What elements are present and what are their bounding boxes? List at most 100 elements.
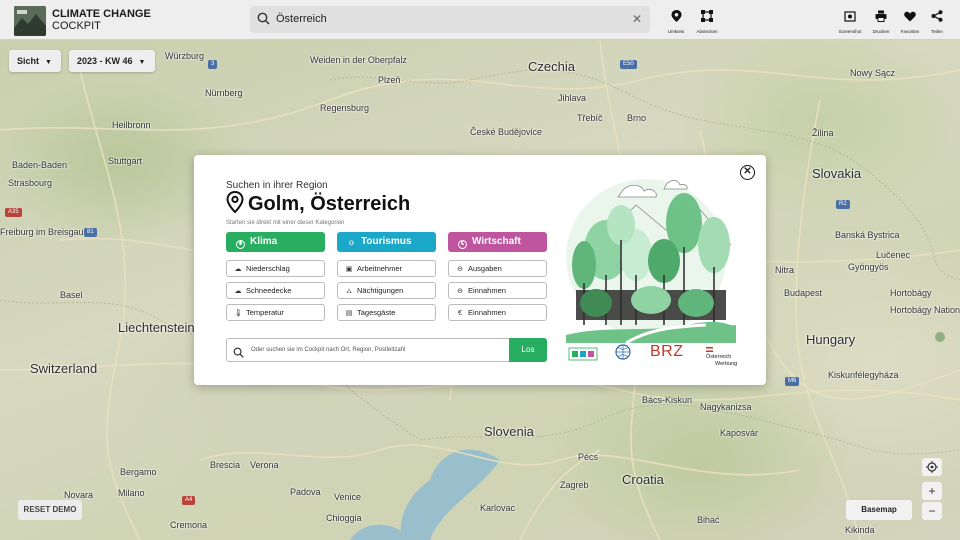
category-wirtschaft-button[interactable]: € Wirtschaft (448, 232, 547, 252)
umkreis-button[interactable]: Umkreis (662, 9, 690, 34)
map-country-label: Slovakia (812, 166, 862, 181)
search-input[interactable]: Österreich (276, 13, 327, 25)
einnahmen-button[interactable]: ⊖ Einnahmen (448, 282, 547, 299)
thermometer-icon: 🌡︎ (234, 310, 243, 317)
road-shield: R2 (836, 200, 850, 209)
close-icon[interactable]: ✕ (740, 165, 755, 180)
map-country-label: Croatia (622, 472, 664, 487)
oew-line2: Werbung (715, 361, 738, 367)
share-icon (931, 10, 943, 22)
favoriten-button[interactable]: Favoriten (896, 9, 924, 34)
region-search-placeholder: Oder suchen sie im Cockpit nach Ort, Reg… (251, 347, 406, 353)
zoom-out-button[interactable]: − (922, 502, 942, 520)
naechtigungen-button[interactable]: ⛼ Nächtigungen (337, 282, 436, 299)
category-label: Klima (250, 236, 278, 247)
oesterreich-werbung-logo: Österreich Werbung (706, 347, 738, 368)
map-place-label: Plzeň (378, 75, 401, 85)
tagesgaeste-button[interactable]: ▤ Tagesgäste (337, 304, 436, 321)
map-country-label: Czechia (528, 59, 575, 74)
ccca-logo (568, 347, 598, 361)
search-bar[interactable]: Österreich ✕ (250, 6, 650, 33)
chevron-down-icon: ▼ (45, 59, 52, 66)
map-place-label: Pécs (578, 452, 599, 462)
favoriten-label: Favoriten (900, 29, 920, 34)
einnahmen-euro-button[interactable]: € Einnahmen (448, 304, 547, 321)
bed-icon: ⛼ (346, 288, 352, 295)
map-place-label: Lučenec (876, 250, 911, 260)
dialog-title: Golm, Österreich (226, 190, 410, 219)
road-shield: E50 (620, 60, 637, 69)
map-place-label: Kikinda (845, 525, 875, 535)
subcategory-label: Niederschlag (246, 264, 290, 273)
ausgaben-button[interactable]: ⊖ Ausgaben (448, 260, 547, 277)
calendar-icon: ▤ (345, 310, 353, 317)
map-country-label: Liechtenstein (118, 320, 195, 335)
close-icon[interactable]: ✕ (632, 12, 642, 26)
people-icon: ⚇ (348, 241, 355, 247)
brz-logo: BRZ (650, 343, 684, 360)
subcategory-label: Schneedecke (246, 286, 292, 295)
road-shield: 81 (84, 228, 97, 237)
subcategory-label: Temperatur (246, 308, 284, 317)
map-place-label: Basel (60, 290, 83, 300)
road-shield: M6 (785, 377, 800, 386)
subcategory-label: Tagesgäste (357, 308, 396, 317)
map-country-label: Slovenia (484, 424, 534, 439)
map-place-label: Nowy Sącz (850, 68, 896, 78)
map-place-label: Regensburg (320, 103, 370, 113)
basemap-button[interactable]: Basemap (846, 500, 912, 520)
map-place-label: Würzburg (165, 51, 205, 61)
teilen-label: Teilen (931, 29, 943, 34)
oew-line1: Österreich (706, 354, 732, 360)
forest-illustration (566, 179, 736, 345)
category-label: Tourismus (361, 236, 412, 247)
printer-icon (875, 10, 887, 22)
week-select[interactable]: 2023 - KW 46 ▼ (69, 50, 155, 72)
dialog-hint: Starten sie direkt mit einer dieser Kate… (226, 220, 345, 226)
region-search-field[interactable]: Oder suchen sie im Cockpit nach Ort, Reg… (226, 338, 510, 362)
location-pin-icon (226, 190, 244, 219)
view-select[interactable]: Sicht ▼ (9, 50, 61, 72)
road-shield: A4 (182, 496, 196, 505)
category-label: Wirtschaft (472, 236, 521, 247)
map-place-label: Jihlava (558, 93, 587, 103)
zoom-in-button[interactable]: + (922, 482, 942, 500)
locate-button[interactable] (922, 458, 942, 476)
map-place-label: Zagreb (560, 480, 589, 490)
subcategory-label: Arbeitnehmer (357, 264, 403, 273)
temperatur-button[interactable]: 🌡︎ Temperatur (226, 304, 325, 321)
subcategory-label: Einnahmen (468, 308, 506, 317)
map-place-label: Nagykanizsa (700, 402, 752, 412)
map-place-label: Brno (627, 113, 647, 123)
arbeitnehmer-button[interactable]: ▣ Arbeitnehmer (337, 260, 436, 277)
screenshot-button[interactable]: Screenshot (836, 9, 864, 34)
app-logo[interactable] (14, 6, 46, 36)
map-place-label: Kiskunfélegyháza (828, 370, 899, 380)
camera-icon (844, 11, 856, 22)
schneedecke-button[interactable]: ☁ Schneedecke (226, 282, 325, 299)
euro-circle-icon: € (458, 310, 462, 317)
umkreis-label: Umkreis (667, 29, 685, 34)
drucken-button[interactable]: Drucken (867, 9, 895, 34)
category-klima-button[interactable]: ❦ Klima (226, 232, 325, 252)
map-place-label: Freiburg im Breisgau (0, 227, 84, 237)
location-pin-icon (671, 10, 681, 22)
heart-icon (904, 11, 916, 22)
search-icon (257, 12, 270, 30)
map-place-label: Banská Bystrica (835, 230, 900, 240)
map-country-label: Hungary (806, 332, 856, 347)
map-place-label: Bihać (697, 515, 720, 525)
category-tourismus-button[interactable]: ⚇ Tourismus (337, 232, 436, 252)
niederschlag-button[interactable]: ☁ Niederschlag (226, 260, 325, 277)
map-place-label: Budapest (784, 288, 823, 298)
map-place-label: Hortobágy (890, 288, 932, 298)
briefcase-icon: ▣ (345, 266, 353, 273)
screenshot-label: Screenshot (838, 29, 862, 34)
teilen-button[interactable]: Teilen (923, 9, 951, 34)
map-place-label: Hortobágy National Park (890, 305, 960, 315)
drucken-label: Drucken (872, 29, 890, 34)
region-search-dialog: ✕ Suchen in ihrer Region Golm, Österreic… (194, 155, 766, 385)
abstecken-button[interactable]: Abstecken (693, 9, 721, 34)
reset-demo-button[interactable]: RESET DEMO (18, 500, 82, 520)
go-button[interactable]: Los (509, 338, 547, 362)
